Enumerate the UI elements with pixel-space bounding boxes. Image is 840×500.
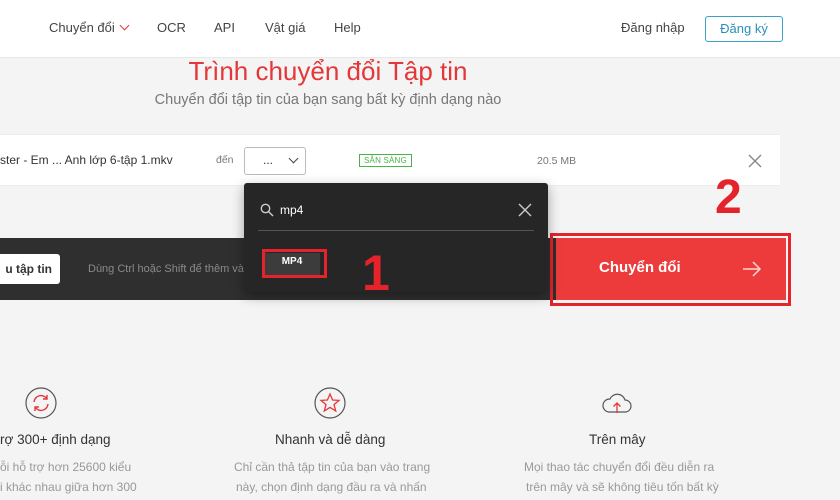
annotation-step-1: 1: [362, 245, 390, 301]
chevron-down-icon: [288, 153, 299, 164]
annotation-box-convert: [550, 233, 791, 306]
nav-convert-menu[interactable]: Chuyển đổi: [49, 20, 130, 35]
nav-ocr[interactable]: OCR: [157, 20, 186, 35]
feature-desc-fast-1: Chỉ cần thả tập tin của bạn vào trang: [234, 460, 431, 474]
nav-api[interactable]: API: [214, 20, 235, 35]
clear-icon[interactable]: [518, 203, 532, 217]
annotation-box-mp4: [262, 249, 327, 278]
feature-title-cloud: Trên mây: [589, 432, 646, 447]
feature-desc-cloud-1: Mọi thao tác chuyển đổi đều diễn ra: [524, 460, 715, 474]
feature-desc-formats-1: ỗi hỗ trợ hơn 25600 kiểu: [0, 460, 132, 474]
top-header: Chuyển đổi OCR API Vật giá Help Đăng nhậ…: [0, 0, 840, 58]
feature-desc-cloud-2: trên mây và sẽ không tiêu tốn bất kỳ: [526, 480, 719, 494]
star-icon: [314, 387, 346, 419]
feature-title-formats: rợ 300+ định dạng: [0, 432, 111, 447]
nav-pricing[interactable]: Vật giá: [265, 20, 305, 35]
search-divider: [258, 230, 534, 231]
add-file-button[interactable]: u tập tin: [0, 254, 60, 284]
feature-desc-fast-2: này, chọn định dạng đầu ra và nhấn: [236, 480, 427, 494]
annotation-step-2: 2: [715, 171, 742, 224]
search-icon: [260, 203, 274, 217]
status-badge: SẴN SÀNG: [359, 154, 412, 167]
feature-desc-formats-2: i khác nhau giữa hơn 300: [0, 480, 137, 494]
page-title: Trình chuyển đổi Tập tin: [188, 56, 468, 86]
chevron-down-icon: [119, 20, 130, 31]
refresh-icon: [25, 387, 57, 419]
file-size: 20.5 MB: [537, 155, 577, 167]
page-subtitle: Chuyển đổi tập tin của bạn sang bất kỳ đ…: [154, 92, 502, 108]
format-select[interactable]: ...: [244, 147, 306, 175]
multi-select-hint: Dùng Ctrl hoặc Shift để thêm vài: [88, 263, 247, 275]
cloud-upload-icon: [602, 393, 632, 413]
file-name: ster - Em ... Anh lớp 6-tập 1.mkv: [0, 153, 173, 167]
format-search-input[interactable]: mp4: [280, 203, 303, 217]
to-label: đến: [216, 154, 234, 166]
close-icon[interactable]: [746, 152, 764, 170]
feature-title-fast: Nhanh và dễ dàng: [275, 432, 386, 447]
file-row: ster - Em ... Anh lớp 6-tập 1.mkv đến ..…: [0, 134, 780, 186]
format-select-value: ...: [263, 153, 274, 167]
nav-convert-label: Chuyển đổi: [49, 20, 115, 35]
login-link[interactable]: Đăng nhập: [621, 20, 685, 35]
signup-button[interactable]: Đăng ký: [705, 16, 783, 42]
nav-help[interactable]: Help: [334, 20, 361, 35]
